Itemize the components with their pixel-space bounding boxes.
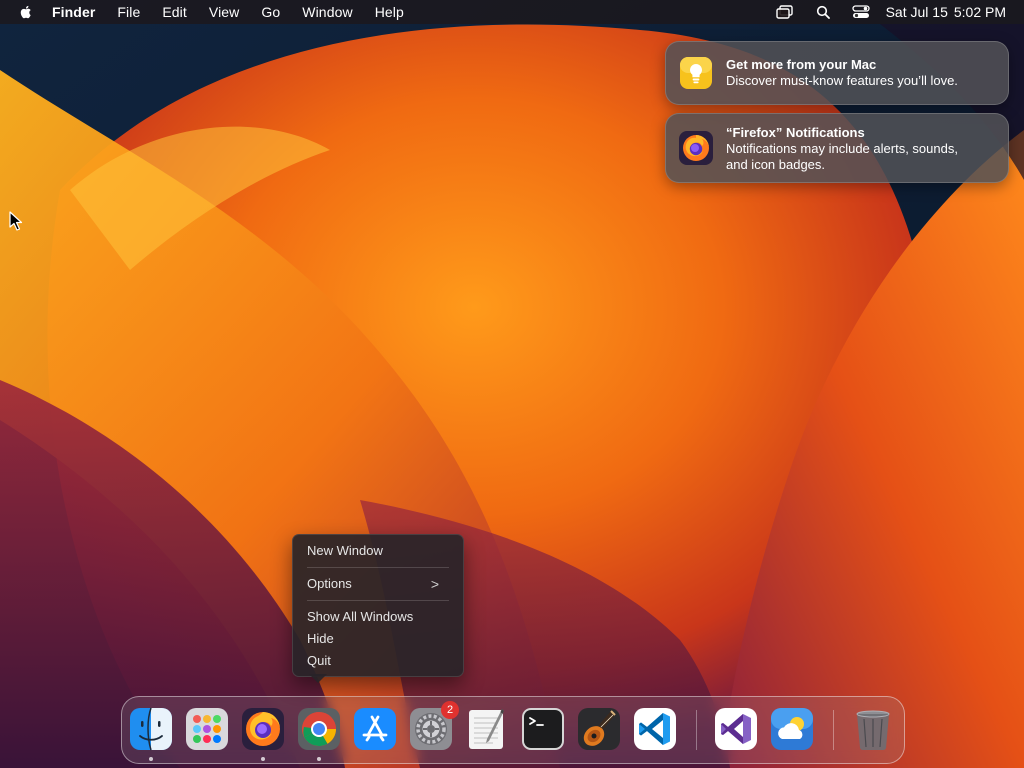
clock-date: Sat Jul 15 [885, 4, 948, 20]
menu-help[interactable]: Help [375, 4, 404, 20]
context-menu-pointer [309, 674, 327, 683]
dock-separator [833, 710, 834, 750]
control-center-icon[interactable] [851, 5, 870, 19]
notification-body-line2: and icon badges. [726, 157, 826, 172]
firefox-icon [678, 130, 714, 166]
visual-studio-icon[interactable] [714, 707, 758, 751]
running-indicator [261, 757, 265, 761]
finder-icon[interactable] [129, 707, 173, 751]
menu-item-hide[interactable]: Hide [307, 631, 334, 646]
notification-body-line1: Notifications may include alerts, sounds… [726, 141, 958, 156]
menu-bar: Finder File Edit View Go Window Help Sat… [0, 0, 1024, 24]
vscode-icon[interactable] [633, 707, 677, 751]
menu-go[interactable]: Go [261, 4, 280, 20]
spotlight-search-icon[interactable] [816, 5, 830, 19]
dock-context-menu: New Window Options > Show All Windows Hi… [292, 534, 464, 677]
apple-icon[interactable] [18, 4, 34, 20]
notification-title: “Firefox” Notifications [726, 125, 865, 140]
weather-icon[interactable] [770, 707, 814, 751]
menu-separator [307, 567, 449, 568]
menu-edit[interactable]: Edit [162, 4, 187, 20]
menu-item-options[interactable]: Options > [307, 576, 451, 592]
notification-badge: 2 [441, 701, 459, 719]
mouse-cursor-icon [9, 211, 23, 231]
menu-window[interactable]: Window [302, 4, 352, 20]
screen-mirroring-icon[interactable] [775, 5, 794, 19]
running-indicator [149, 757, 153, 761]
chrome-icon[interactable] [297, 707, 341, 751]
menu-view[interactable]: View [209, 4, 240, 20]
dock: 2 [121, 696, 905, 764]
menu-item-options-label: Options [307, 576, 352, 591]
launchpad-icon[interactable] [185, 707, 229, 751]
menu-bar-status-area: Sat Jul 15 5:02 PM [754, 0, 1006, 24]
notification-firefox[interactable]: “Firefox” Notifications Notifications ma… [665, 113, 1009, 183]
notification-tips-text: Get more from your Mac Discover must-kno… [726, 57, 998, 89]
trash-icon[interactable] [851, 707, 895, 751]
menu-file[interactable]: File [117, 4, 140, 20]
clock-time: 5:02 PM [953, 4, 1006, 20]
notification-firefox-text: “Firefox” Notifications Notifications ma… [726, 125, 998, 173]
menu-finder[interactable]: Finder [52, 4, 95, 20]
chevron-right-icon: > [430, 576, 439, 592]
firefox-icon[interactable] [241, 707, 285, 751]
menu-item-show-all-windows[interactable]: Show All Windows [307, 609, 413, 624]
notification-tips[interactable]: Get more from your Mac Discover must-kno… [665, 41, 1009, 105]
dock-separator [696, 710, 697, 750]
menu-bar-clock[interactable]: Sat Jul 15 5:02 PM [886, 4, 1006, 20]
menu-item-quit[interactable]: Quit [307, 653, 331, 668]
notification-body: Discover must-know features you’ll love. [726, 73, 958, 88]
app-store-icon[interactable] [353, 707, 397, 751]
garageband-icon[interactable] [577, 707, 621, 751]
running-indicator [317, 757, 321, 761]
menu-separator [307, 600, 449, 601]
menu-item-new-window[interactable]: New Window [307, 543, 383, 558]
textedit-icon[interactable] [465, 707, 509, 751]
notification-title: Get more from your Mac [726, 57, 877, 72]
terminal-icon[interactable] [521, 707, 565, 751]
tips-lightbulb-icon [678, 55, 714, 91]
